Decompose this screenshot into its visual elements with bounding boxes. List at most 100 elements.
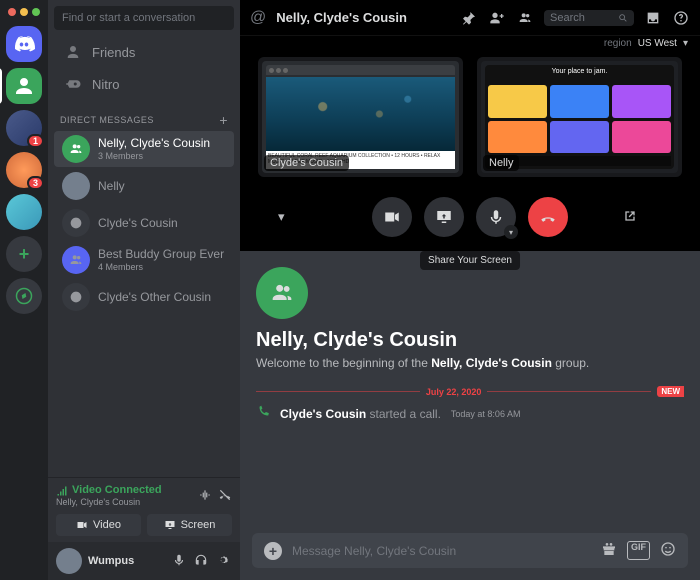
phone-hangup-icon xyxy=(218,488,232,502)
user-panel: Wumpus xyxy=(48,542,240,580)
minimize-window-icon[interactable] xyxy=(20,8,28,16)
dm-name: Clyde's Other Cousin xyxy=(98,290,211,304)
server-item[interactable] xyxy=(6,194,42,230)
welcome-block: Nelly, Clyde's Cousin Welcome to the beg… xyxy=(240,251,700,378)
channel-header: @ Nelly, Clyde's Cousin Search xyxy=(240,0,700,36)
message-placeholder: Message Nelly, Clyde's Cousin xyxy=(292,544,591,558)
inbox-button[interactable] xyxy=(644,10,662,26)
mute-button[interactable] xyxy=(172,553,188,570)
dm-item-active[interactable]: Nelly, Clyde's Cousin3 Members xyxy=(54,131,234,167)
nitro-nav[interactable]: Nitro xyxy=(54,69,234,99)
collapse-button[interactable]: ▾ xyxy=(278,209,285,225)
create-dm-button[interactable]: + xyxy=(219,112,228,128)
noise-icon xyxy=(198,488,212,502)
share-screen-button[interactable] xyxy=(424,197,464,237)
attach-button[interactable]: + xyxy=(264,542,282,560)
date-divider: July 22, 2020 NEW xyxy=(256,386,684,397)
help-button[interactable] xyxy=(672,10,690,26)
dm-list: Nelly, Clyde's Cousin3 Members Nelly Cly… xyxy=(48,130,240,477)
tile-label: Clyde's Cousin xyxy=(264,155,349,171)
video-button[interactable]: Video xyxy=(56,514,141,536)
dm-header-label: DIRECT MESSAGES xyxy=(60,115,154,125)
screen-icon xyxy=(164,519,176,531)
popout-icon xyxy=(622,208,638,224)
call-controls: ▾ ▾ xyxy=(258,177,682,249)
voice-channel-label: Nelly, Clyde's Cousin xyxy=(56,497,162,508)
message-input[interactable]: + Message Nelly, Clyde's Cousin GIF xyxy=(252,533,688,568)
pin-button[interactable] xyxy=(460,10,478,26)
username-label: Wumpus xyxy=(88,555,166,567)
main-content: @ Nelly, Clyde's Cousin Search region US… xyxy=(240,0,700,580)
region-row: region US West ▾ xyxy=(240,36,700,51)
at-icon: @ xyxy=(250,9,266,27)
person-wave-icon xyxy=(64,43,82,61)
message-input-row: + Message Nelly, Clyde's Cousin GIF xyxy=(240,525,700,580)
search-input[interactable]: Search xyxy=(544,10,634,26)
home-button[interactable] xyxy=(6,26,42,62)
dm-subtitle: 3 Members xyxy=(98,151,210,162)
dm-name: Best Buddy Group Ever xyxy=(98,247,224,261)
server-active[interactable] xyxy=(6,68,42,104)
disconnect-button[interactable] xyxy=(218,488,232,505)
server-item[interactable]: 3 xyxy=(6,152,42,188)
chevron-down-icon[interactable]: ▾ xyxy=(504,225,518,239)
window-traffic-lights[interactable] xyxy=(8,4,40,20)
deafen-button[interactable] xyxy=(194,553,210,570)
video-tile[interactable]: BEAUTIFUL CORAL REEF AQUARIUM COLLECTION… xyxy=(258,57,463,177)
fullscreen-button[interactable] xyxy=(648,208,664,227)
nitro-label: Nitro xyxy=(92,77,119,92)
dm-subtitle: 4 Members xyxy=(98,262,224,273)
friends-nav[interactable]: Friends xyxy=(54,37,234,67)
search-icon xyxy=(618,13,628,23)
video-icon xyxy=(76,519,88,531)
dm-section-header: DIRECT MESSAGES + xyxy=(48,100,240,130)
dm-item[interactable]: Best Buddy Group Ever4 Members xyxy=(54,242,234,278)
active-pill-icon xyxy=(0,68,2,104)
welcome-title: Nelly, Clyde's Cousin xyxy=(256,329,684,352)
user-avatar[interactable] xyxy=(56,548,82,574)
phone-icon xyxy=(256,405,270,422)
sidebar: Find or start a conversation Friends Nit… xyxy=(48,0,240,580)
avatar-icon xyxy=(62,172,90,200)
compass-icon xyxy=(15,287,33,305)
dm-item[interactable]: Clyde's Cousin xyxy=(54,205,234,241)
screen-share-button[interactable]: Screen xyxy=(147,514,232,536)
gear-icon xyxy=(216,553,230,567)
welcome-subtitle: Welcome to the beginning of the Nelly, C… xyxy=(256,356,684,370)
gif-button[interactable]: GIF xyxy=(627,541,650,560)
add-server-button[interactable]: + xyxy=(6,236,42,272)
find-conversation-input[interactable]: Find or start a conversation xyxy=(54,6,234,30)
voice-status-label: Video Connected xyxy=(56,484,162,497)
emoji-button[interactable] xyxy=(660,541,676,560)
notification-badge: 1 xyxy=(27,134,44,148)
voice-status-panel: Video Connected Nelly, Clyde's Cousin xyxy=(48,477,240,514)
explore-button[interactable] xyxy=(6,278,42,314)
tile-label: Nelly xyxy=(483,155,519,171)
noise-suppression-button[interactable] xyxy=(198,488,212,505)
gift-button[interactable] xyxy=(601,541,617,560)
call-area: BEAUTIFUL CORAL REEF AQUARIUM COLLECTION… xyxy=(240,51,700,251)
system-message: Clyde's Cousin started a call. Today at … xyxy=(240,401,700,426)
close-window-icon[interactable] xyxy=(8,8,16,16)
toggle-camera-button[interactable] xyxy=(372,197,412,237)
dm-name: Nelly xyxy=(98,179,125,193)
add-friends-button[interactable] xyxy=(488,10,506,26)
tooltip: Share Your Screen xyxy=(420,251,520,270)
hangup-button[interactable] xyxy=(528,197,568,237)
settings-button[interactable] xyxy=(216,553,232,570)
server-item[interactable]: 1 xyxy=(6,110,42,146)
dm-item[interactable]: Clyde's Other Cousin xyxy=(54,279,234,315)
popout-button[interactable] xyxy=(622,208,638,227)
members-button[interactable] xyxy=(516,10,534,26)
video-tile[interactable]: Your place to jam. Nelly xyxy=(477,57,682,177)
region-value[interactable]: US West xyxy=(638,38,677,49)
gift-icon xyxy=(601,541,617,557)
mute-mic-button[interactable]: ▾ xyxy=(476,197,516,237)
dm-item[interactable]: Nelly xyxy=(54,168,234,204)
app-root: 1 3 + Find or start a conversation Frien… xyxy=(0,0,700,580)
people-icon xyxy=(268,279,296,307)
group-avatar-icon xyxy=(62,246,90,274)
chevron-down-icon[interactable]: ▾ xyxy=(683,38,688,49)
dm-name: Nelly, Clyde's Cousin xyxy=(98,136,210,150)
maximize-window-icon[interactable] xyxy=(32,8,40,16)
